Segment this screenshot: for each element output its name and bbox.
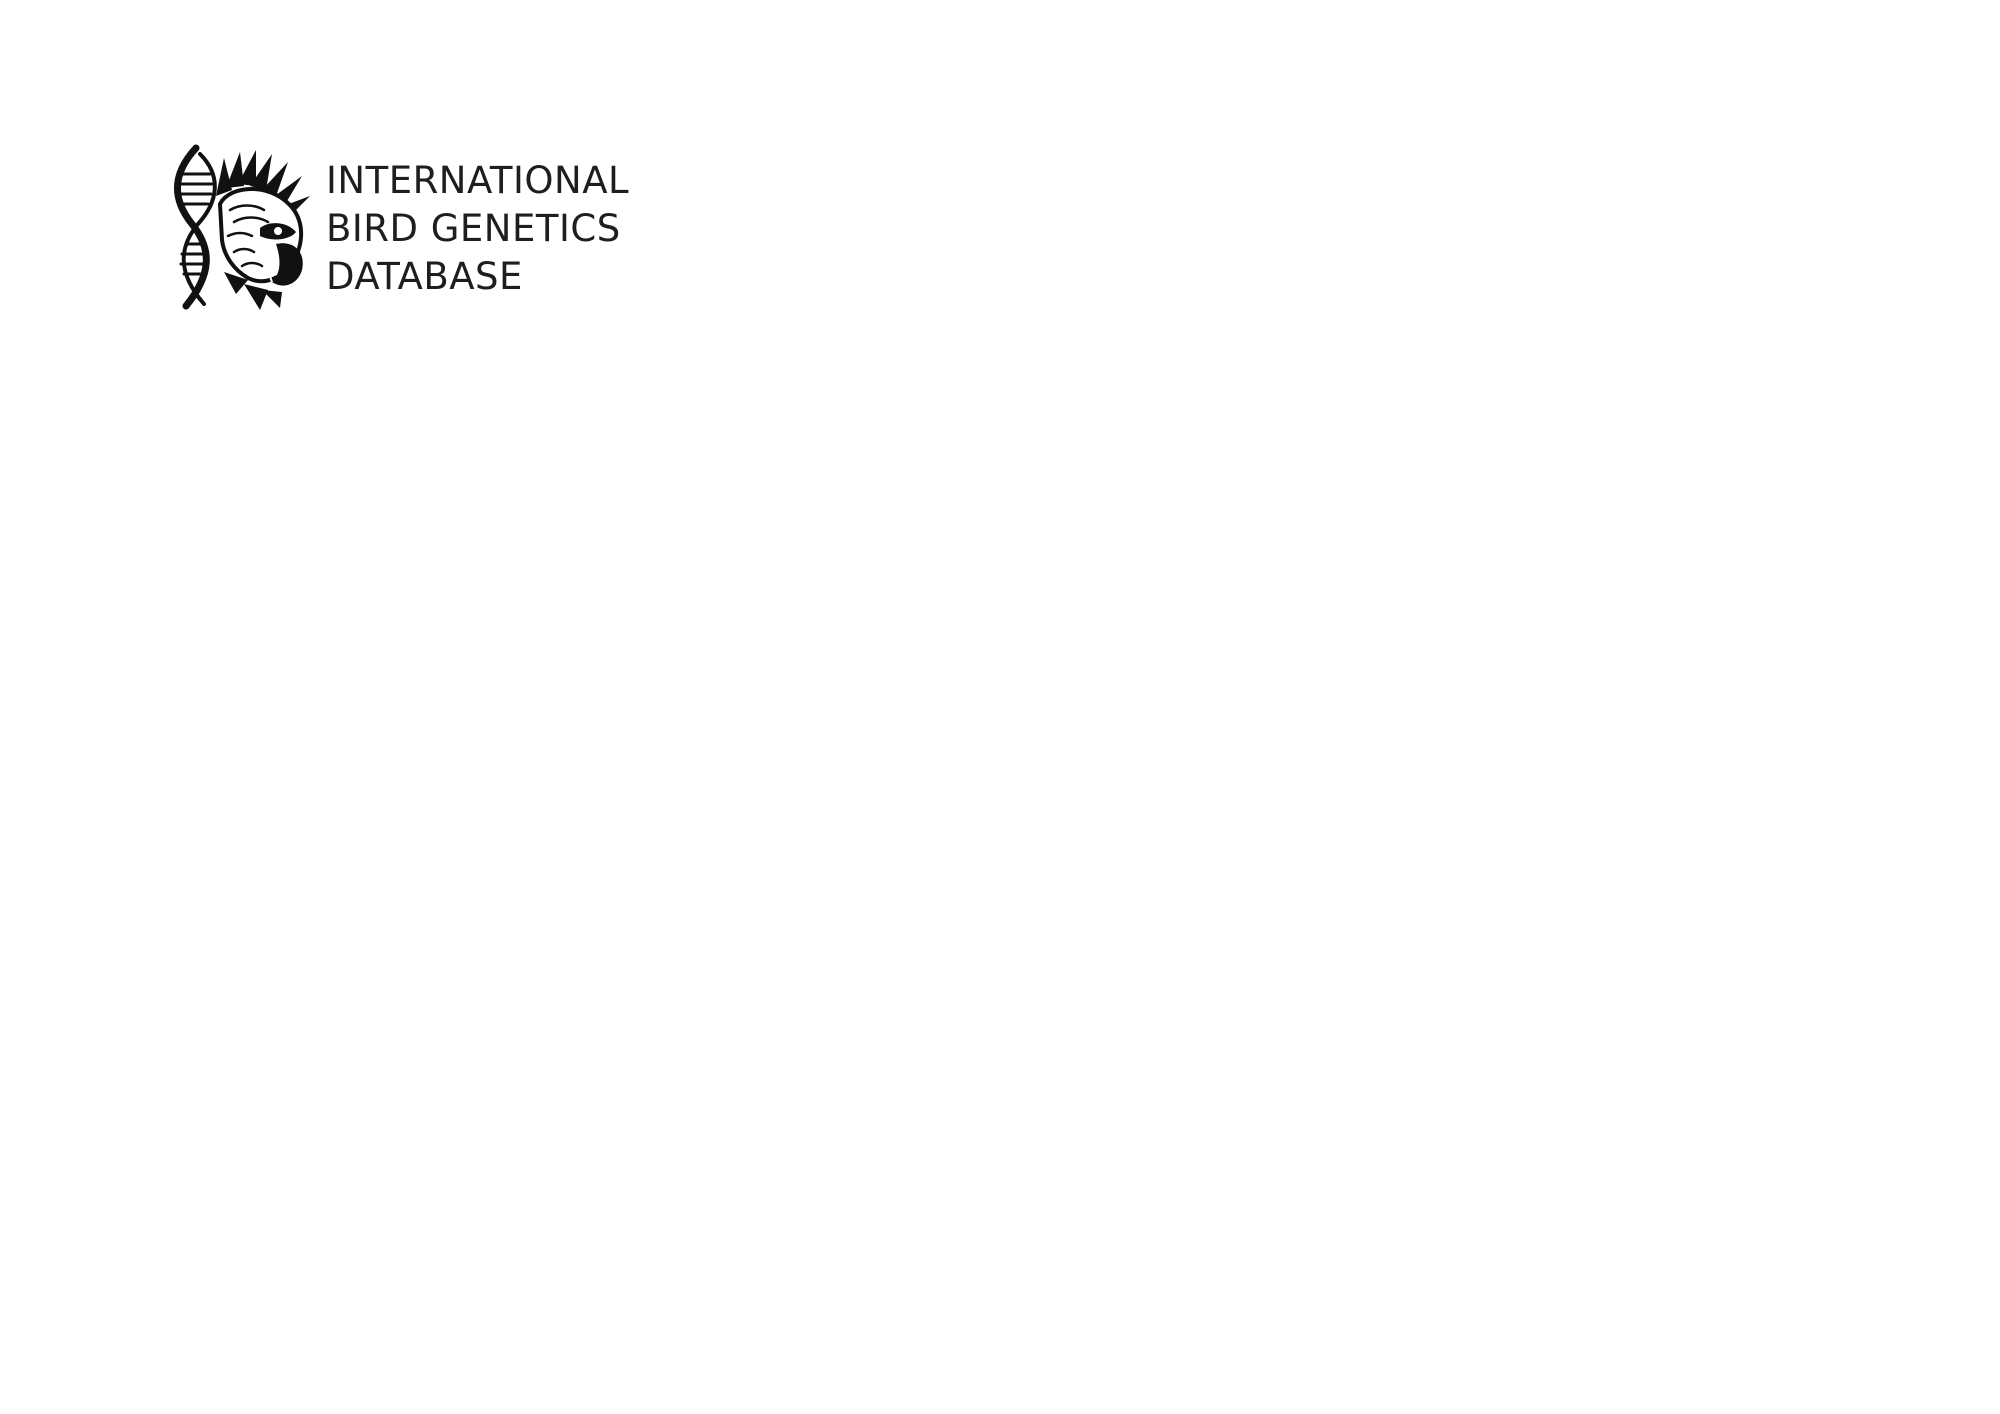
page: INTERNATIONAL BIRD GENETICS DATABASE bbox=[0, 0, 2000, 1414]
logo-line-3: DATABASE bbox=[326, 255, 523, 298]
dna-parrot-head-icon bbox=[174, 144, 310, 310]
logo-line-2: BIRD GENETICS bbox=[326, 207, 621, 250]
logo-line-1: INTERNATIONAL bbox=[326, 159, 630, 202]
logo: INTERNATIONAL BIRD GENETICS DATABASE bbox=[164, 144, 629, 314]
logo-wordmark: INTERNATIONAL BIRD GENETICS DATABASE bbox=[326, 157, 629, 301]
